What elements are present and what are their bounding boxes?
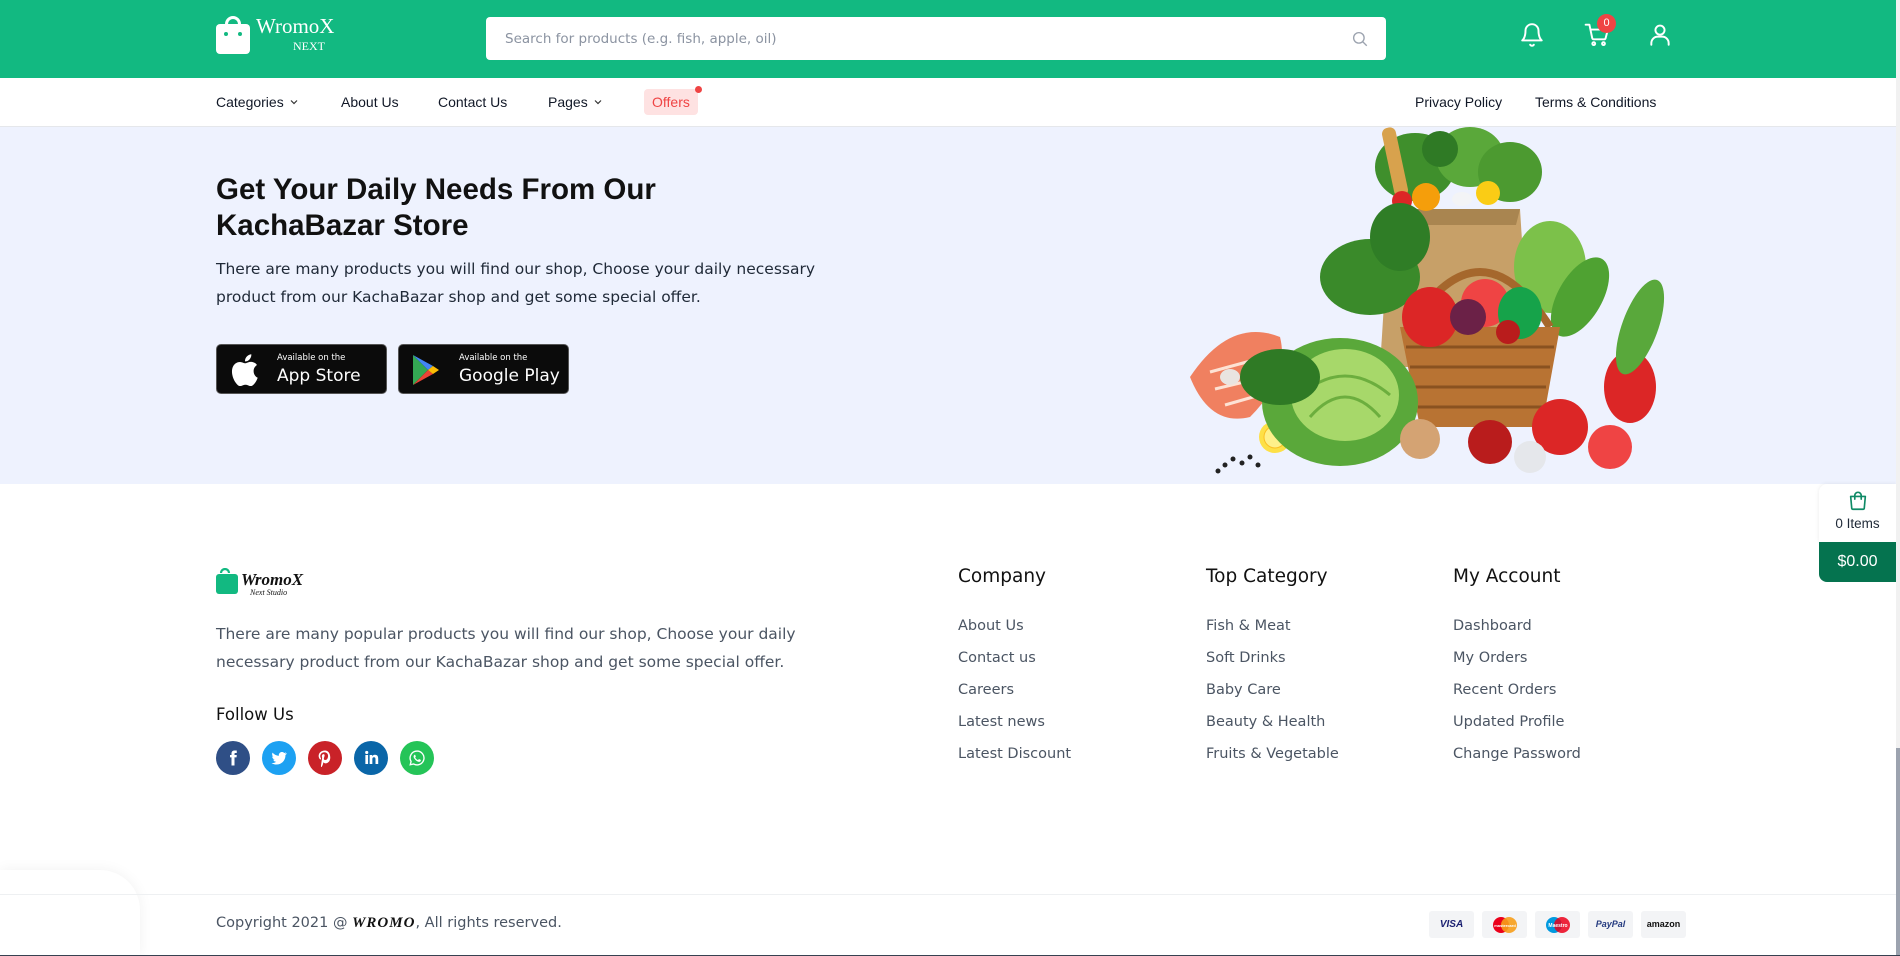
facebook-icon[interactable] [216, 741, 250, 775]
top-header: WromoX NEXT 0 [0, 0, 1896, 78]
floating-cart-widget[interactable]: 0 Items $0.00 [1819, 484, 1896, 582]
footer-divider [0, 894, 1896, 895]
google-play-icon [413, 355, 439, 385]
visa-payment-icon: VISA [1429, 911, 1474, 938]
copyright-suffix: , All rights reserved. [415, 915, 562, 931]
grocery-produce-illustration [1190, 127, 1665, 474]
svg-text:Next Studio: Next Studio [249, 588, 287, 597]
footer-link-latest-news[interactable]: Latest news [958, 714, 1045, 730]
mastercard-payment-icon: mastercard [1482, 911, 1527, 938]
header-logo[interactable]: WromoX NEXT [216, 16, 334, 54]
promo-title: Get Your Daily Needs From Our KachaBazar… [216, 173, 656, 242]
footer-link-dashboard[interactable]: Dashboard [1453, 618, 1532, 634]
copyright-text: Copyright 2021 @ WROMO, All rights reser… [216, 915, 562, 932]
shopping-bag-icon [216, 16, 250, 54]
main-navigation: Categories About Us Contact Us Pages Off… [0, 78, 1896, 127]
follow-us-heading: Follow Us [216, 705, 294, 724]
promo-description: There are many products you will find ou… [216, 260, 816, 306]
nav-about-us[interactable]: About Us [341, 78, 399, 127]
nav-categories-label: Categories [216, 94, 284, 110]
maestro-label: Maestro [1548, 923, 1567, 929]
footer-link-soft-drinks[interactable]: Soft Drinks [1206, 650, 1286, 666]
pinterest-icon[interactable] [308, 741, 342, 775]
footer-link-change-password[interactable]: Change Password [1453, 746, 1581, 762]
footer-link-recent-orders[interactable]: Recent Orders [1453, 682, 1556, 698]
footer-link-contact-us[interactable]: Contact us [958, 650, 1036, 666]
footer-link-about-us[interactable]: About Us [958, 618, 1024, 634]
twitter-icon[interactable] [262, 741, 296, 775]
footer-link-careers[interactable]: Careers [958, 682, 1014, 698]
nav-offers[interactable]: Offers [644, 89, 698, 115]
footer-link-my-orders[interactable]: My Orders [1453, 650, 1527, 666]
nav-pages-label: Pages [548, 94, 588, 110]
floating-cart-items: 0 Items [1835, 516, 1880, 531]
copyright-prefix: Copyright 2021 @ [216, 915, 348, 931]
maestro-payment-icon: Maestro [1535, 911, 1580, 938]
nav-categories[interactable]: Categories [216, 78, 299, 127]
footer-link-latest-discount[interactable]: Latest Discount [958, 746, 1071, 762]
google-play-small-label: Available on the [459, 353, 528, 363]
user-icon[interactable] [1647, 22, 1673, 48]
nav-contact-us[interactable]: Contact Us [438, 78, 507, 127]
footer-logo[interactable]: WromoX Next Studio [216, 567, 328, 603]
whatsapp-icon[interactable] [400, 741, 434, 775]
nav-pages[interactable]: Pages [548, 78, 603, 127]
chevron-down-icon [290, 99, 298, 105]
nav-privacy-policy[interactable]: Privacy Policy [1415, 78, 1502, 127]
footer-link-baby-care[interactable]: Baby Care [1206, 682, 1281, 698]
paypal-payment-icon: PayPal [1588, 911, 1633, 938]
shopping-bag-icon [1849, 491, 1867, 511]
logo-name: WromoX [256, 14, 335, 38]
chevron-down-icon [594, 99, 602, 105]
footer-logo-name: WromoX [241, 570, 304, 589]
footer-top-category-title: Top Category [1206, 566, 1328, 587]
footer-description: There are many popular products you will… [216, 625, 796, 671]
footer-logo-mark: WromoX Next Studio [216, 567, 304, 597]
chat-widget-placeholder [0, 870, 140, 956]
footer-link-fruits-vegetable[interactable]: Fruits & Vegetable [1206, 746, 1339, 762]
footer-link-beauty-health[interactable]: Beauty & Health [1206, 714, 1325, 730]
offers-notification-dot [695, 86, 702, 93]
apple-icon [231, 354, 258, 386]
floating-cart-total: $0.00 [1819, 542, 1896, 582]
nav-terms-conditions[interactable]: Terms & Conditions [1535, 78, 1656, 127]
search-input[interactable] [486, 17, 1386, 60]
cart-count-badge: 0 [1597, 14, 1616, 33]
google-play-label: Google Play [459, 366, 560, 386]
footer-my-account-title: My Account [1453, 566, 1561, 587]
logo-subtitle: NEXT [293, 39, 325, 53]
copyright-brand[interactable]: WROMO [352, 915, 415, 931]
linkedin-icon[interactable] [354, 741, 388, 775]
page-scrollbar-thumb[interactable] [1896, 748, 1900, 956]
app-promo-section: Get Your Daily Needs From Our KachaBazar… [0, 127, 1896, 484]
amazon-payment-icon: amazon [1641, 911, 1686, 938]
footer-company-title: Company [958, 566, 1047, 587]
footer-link-updated-profile[interactable]: Updated Profile [1453, 714, 1564, 730]
bell-icon[interactable] [1519, 22, 1545, 48]
app-store-small-label: Available on the [277, 353, 346, 363]
mastercard-label: mastercard [1494, 923, 1516, 928]
search-icon[interactable] [1351, 30, 1369, 48]
app-store-label: App Store [277, 366, 361, 386]
app-store-button[interactable]: Available on the App Store [216, 344, 387, 394]
footer-link-fish-meat[interactable]: Fish & Meat [1206, 618, 1291, 634]
google-play-button[interactable]: Available on the Google Play [398, 344, 569, 394]
search-bar [486, 17, 1386, 60]
